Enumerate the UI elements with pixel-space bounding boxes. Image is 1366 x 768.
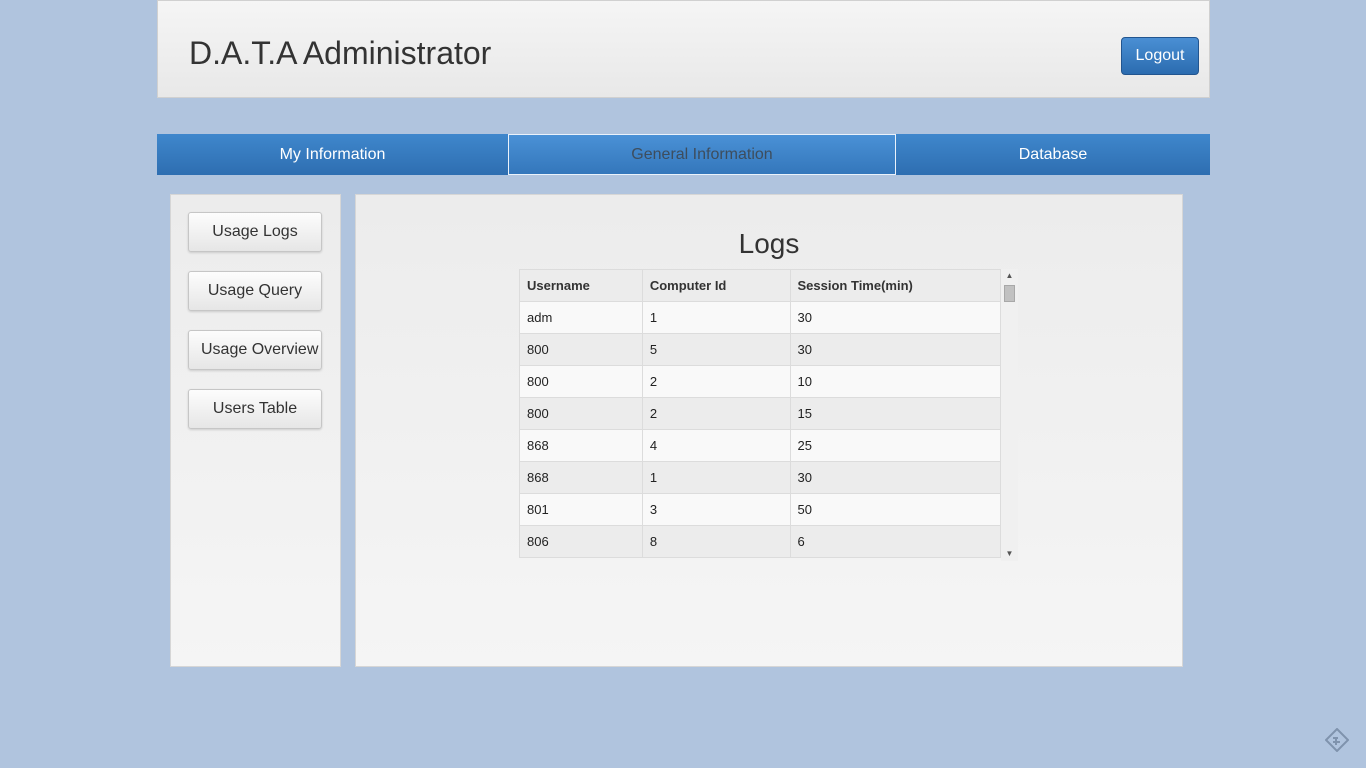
column-header-computer-id[interactable]: Computer Id — [641, 269, 791, 302]
arrow-up-icon[interactable]: ▲ — [1001, 269, 1018, 283]
tab-general-information[interactable]: General Information — [508, 134, 896, 175]
main-panel: Logs Username Computer Id Session Time(m… — [355, 194, 1183, 667]
table-scrollbar[interactable]: ▲ ▼ — [1001, 269, 1018, 561]
cell-session-time: 50 — [789, 493, 1002, 526]
cell-computer-id: 1 — [641, 301, 791, 334]
cell-session-time: 30 — [789, 333, 1002, 366]
cell-username: adm — [519, 301, 643, 334]
cell-computer-id: 8 — [641, 525, 791, 558]
tab-database[interactable]: Database — [896, 134, 1210, 175]
cell-computer-id: 1 — [641, 461, 791, 494]
table-row[interactable]: 806 8 6 — [519, 525, 1002, 558]
cell-session-time: 30 — [789, 301, 1002, 334]
usage-query-button[interactable]: Usage Query — [188, 271, 322, 311]
cell-username: 800 — [519, 397, 643, 430]
cell-username: 868 — [519, 461, 643, 494]
cell-session-time: 6 — [789, 525, 1002, 558]
table-row[interactable]: adm 1 30 — [519, 301, 1002, 334]
usage-logs-button[interactable]: Usage Logs — [188, 212, 322, 252]
logs-table-container[interactable]: Username Computer Id Session Time(min) a… — [519, 269, 1019, 561]
usage-overview-button[interactable]: Usage Overview — [188, 330, 322, 370]
cell-username: 868 — [519, 429, 643, 462]
app-title: D.A.T.A Administrator — [189, 35, 492, 71]
cell-username: 800 — [519, 333, 643, 366]
app-logo-icon[interactable] — [1325, 728, 1349, 752]
cell-computer-id: 3 — [641, 493, 791, 526]
table-row[interactable]: 868 4 25 — [519, 429, 1002, 462]
cell-session-time: 10 — [789, 365, 1002, 398]
nav-tabs: My Information General Information Datab… — [157, 134, 1210, 175]
scrollbar-thumb[interactable] — [1004, 285, 1015, 302]
table-row[interactable]: 800 5 30 — [519, 333, 1002, 366]
cell-computer-id: 5 — [641, 333, 791, 366]
table-row[interactable]: 868 1 30 — [519, 461, 1002, 494]
users-table-button[interactable]: Users Table — [188, 389, 322, 429]
table-row[interactable]: 801 3 50 — [519, 493, 1002, 526]
cell-username: 801 — [519, 493, 643, 526]
sidebar: Usage Logs Usage Query Usage Overview Us… — [170, 194, 341, 667]
column-header-username[interactable]: Username — [519, 269, 643, 302]
header-bar: D.A.T.A Administrator Logout — [157, 0, 1210, 98]
cell-username: 800 — [519, 365, 643, 398]
arrow-down-icon[interactable]: ▼ — [1001, 547, 1018, 561]
cell-session-time: 30 — [789, 461, 1002, 494]
logout-button[interactable]: Logout — [1121, 37, 1199, 75]
page-title: Logs — [738, 228, 800, 259]
table-header-row: Username Computer Id Session Time(min) — [519, 269, 1002, 302]
cell-session-time: 25 — [789, 429, 1002, 462]
cell-computer-id: 2 — [641, 365, 791, 398]
cell-session-time: 15 — [789, 397, 1002, 430]
cell-computer-id: 4 — [641, 429, 791, 462]
cell-computer-id: 2 — [641, 397, 791, 430]
tab-my-information[interactable]: My Information — [157, 134, 508, 175]
table-row[interactable]: 800 2 10 — [519, 365, 1002, 398]
column-header-session-time[interactable]: Session Time(min) — [789, 269, 1002, 302]
logs-table: Username Computer Id Session Time(min) a… — [519, 269, 1002, 558]
cell-username: 806 — [519, 525, 643, 558]
table-row[interactable]: 800 2 15 — [519, 397, 1002, 430]
